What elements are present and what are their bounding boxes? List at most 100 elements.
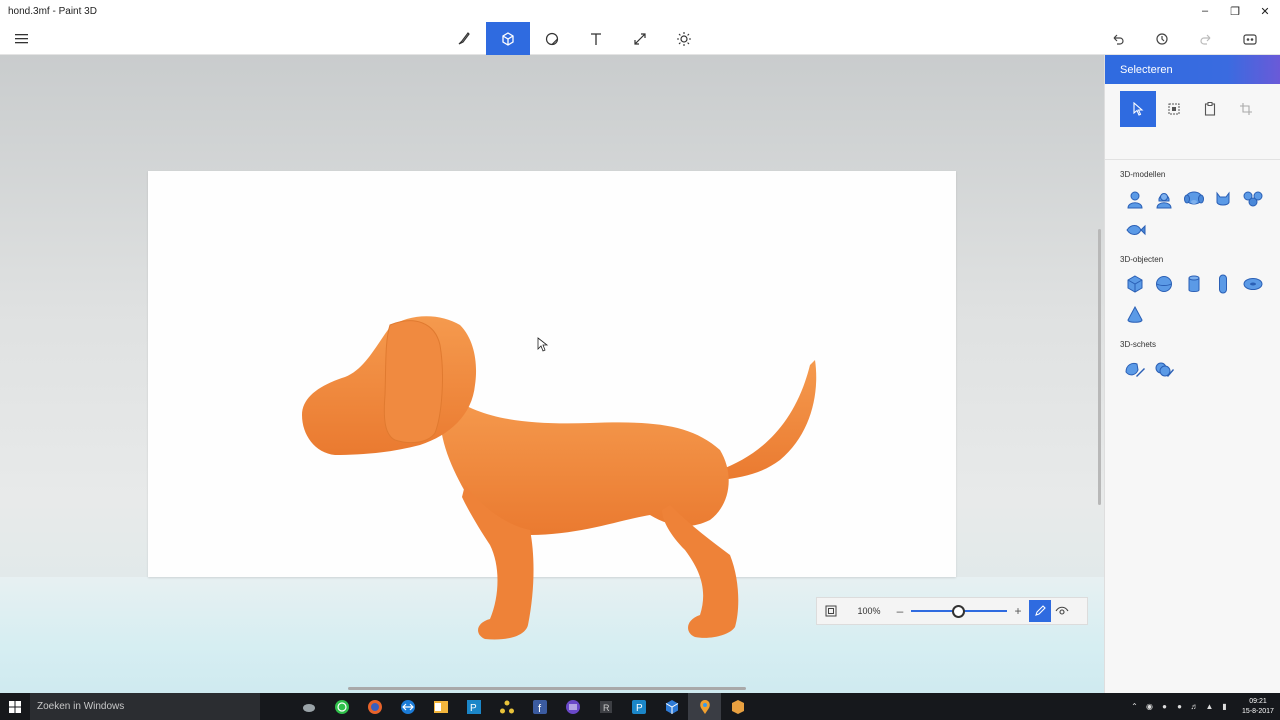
paste-tool[interactable] (1192, 91, 1228, 127)
horizontal-scrollbar[interactable] (348, 687, 746, 690)
cat-model-icon (1216, 191, 1230, 205)
vertical-scrollbar[interactable] (1098, 229, 1101, 505)
tool-effects[interactable] (662, 22, 706, 55)
cube-object-icon (1127, 274, 1143, 293)
history-button[interactable] (1140, 22, 1184, 55)
tray-record-icon[interactable]: ◉ (1142, 702, 1157, 711)
minimize-icon[interactable]: – (1190, 0, 1220, 22)
r-app-icon: R (599, 700, 612, 713)
brush-icon (458, 31, 470, 45)
object-cylinder-button[interactable] (1179, 268, 1209, 299)
man-model-icon (1127, 191, 1143, 208)
pen-icon (1035, 605, 1046, 616)
select-area-icon (1168, 103, 1180, 115)
menu-button[interactable] (8, 26, 36, 50)
sketch-sharp-button[interactable] (1120, 353, 1150, 384)
zoom-slider[interactable] (911, 605, 1007, 618)
view-3d-button[interactable] (1051, 600, 1073, 622)
cylinder-icon (1188, 275, 1200, 292)
tool-text[interactable] (574, 22, 618, 55)
sun-icon (677, 31, 691, 46)
model-fish-button[interactable] (1238, 183, 1268, 214)
outlook-icon (433, 700, 448, 713)
fit-to-screen-button[interactable] (817, 605, 845, 617)
dog-3d-model[interactable] (290, 305, 830, 645)
taskbar-app-3d-builder[interactable] (655, 693, 688, 720)
taskbar-app-turtle[interactable] (292, 693, 325, 720)
close-icon[interactable]: ✕ (1250, 0, 1280, 22)
tool-canvas[interactable] (618, 22, 662, 55)
hamburger-icon (15, 33, 28, 43)
zoom-bar: 100% – + (816, 597, 1088, 625)
zoom-in-button[interactable]: + (1011, 604, 1025, 618)
fit-screen-icon (825, 605, 837, 617)
paint-3d-icon (699, 699, 710, 714)
taskbar-app-network[interactable] (490, 693, 523, 720)
resize-icon (634, 32, 646, 45)
model-woman-button[interactable] (1150, 183, 1180, 214)
crop-tool[interactable] (1228, 91, 1264, 127)
model-dog-button[interactable] (1179, 183, 1209, 214)
woman-model-icon (1156, 192, 1172, 208)
crop-icon (1240, 103, 1252, 115)
taskbar-app-firefox[interactable] (358, 693, 391, 720)
tray-teamviewer-icon[interactable]: ● (1172, 702, 1187, 711)
facebook-icon: f (532, 699, 547, 715)
window-controls: – ❐ ✕ (1190, 0, 1280, 22)
taskbar-app-box[interactable] (721, 693, 754, 720)
model-cat-button[interactable] (1209, 183, 1239, 214)
start-button[interactable] (0, 693, 30, 720)
model-man-button[interactable] (1120, 183, 1150, 214)
zoom-out-button[interactable]: – (893, 604, 907, 618)
object-torus-button[interactable] (1238, 268, 1268, 299)
zoom-slider-thumb[interactable] (952, 605, 965, 618)
edit-mode-button[interactable] (1029, 600, 1051, 622)
restore-icon[interactable]: ❐ (1220, 0, 1250, 22)
object-sphere-button[interactable] (1150, 268, 1180, 299)
clock-date: 15-8-2017 (1242, 707, 1274, 715)
tray-battery-icon[interactable]: ▮ (1217, 702, 1232, 711)
tray-volume-icon[interactable]: ♬ (1187, 702, 1202, 711)
taskbar-app-outlook[interactable] (424, 693, 457, 720)
tray-network-icon[interactable]: ▲ (1202, 702, 1217, 711)
taskbar-app-paint-3d[interactable] (688, 693, 721, 720)
cone-icon (1127, 305, 1143, 323)
tray-chevron-icon[interactable]: ⌃ (1127, 702, 1142, 711)
title-bar: hond.3mf - Paint 3D – ❐ ✕ (0, 0, 1280, 22)
taskbar-app-r[interactable]: R (589, 693, 622, 720)
taskbar-apps: P f R P (292, 693, 754, 720)
taskbar-clock[interactable]: 09:21 15-8-2017 (1236, 697, 1280, 717)
select-area-tool[interactable] (1156, 91, 1192, 127)
publisher-icon: P (466, 699, 481, 714)
undo-icon (1113, 34, 1124, 45)
select-tool[interactable] (1120, 91, 1156, 127)
system-tray: ⌃ ◉ ● ● ♬ ▲ ▮ 09:21 15-8-2017 (1127, 693, 1280, 720)
mixed-reality-button[interactable] (1228, 22, 1272, 55)
taskbar-app-teamviewer[interactable] (391, 693, 424, 720)
tray-stop-icon[interactable]: ● (1157, 702, 1172, 711)
3d-builder-icon (665, 699, 678, 714)
stack-icon (565, 699, 580, 714)
network-icon (499, 700, 514, 713)
object-cone-button[interactable] (1120, 299, 1150, 330)
taskbar-app-onenote[interactable] (556, 693, 589, 720)
svg-text:P: P (470, 703, 477, 714)
tool-stickers[interactable] (530, 22, 574, 55)
taskbar-app-publisher[interactable]: P (457, 693, 490, 720)
taskbar-app-facebook[interactable]: f (523, 693, 556, 720)
firefox-icon (367, 699, 382, 714)
taskbar-app-pixlr[interactable]: P (622, 693, 655, 720)
object-cube-button[interactable] (1120, 268, 1150, 299)
clock-time: 09:21 (1249, 697, 1267, 705)
taskbar-search[interactable]: Zoeken in Windows (30, 693, 260, 720)
tool-3d-shapes[interactable] (486, 22, 530, 55)
toolbar (0, 22, 1280, 55)
selection-tools (1105, 84, 1280, 160)
sketch-soft-button[interactable] (1150, 353, 1180, 384)
object-capsule-button[interactable] (1209, 268, 1239, 299)
model-fish2-button[interactable] (1120, 214, 1150, 245)
taskbar-app-whatsapp[interactable] (325, 693, 358, 720)
redo-button[interactable] (1184, 22, 1228, 55)
undo-button[interactable] (1096, 22, 1140, 55)
tool-brushes[interactable] (442, 22, 486, 55)
